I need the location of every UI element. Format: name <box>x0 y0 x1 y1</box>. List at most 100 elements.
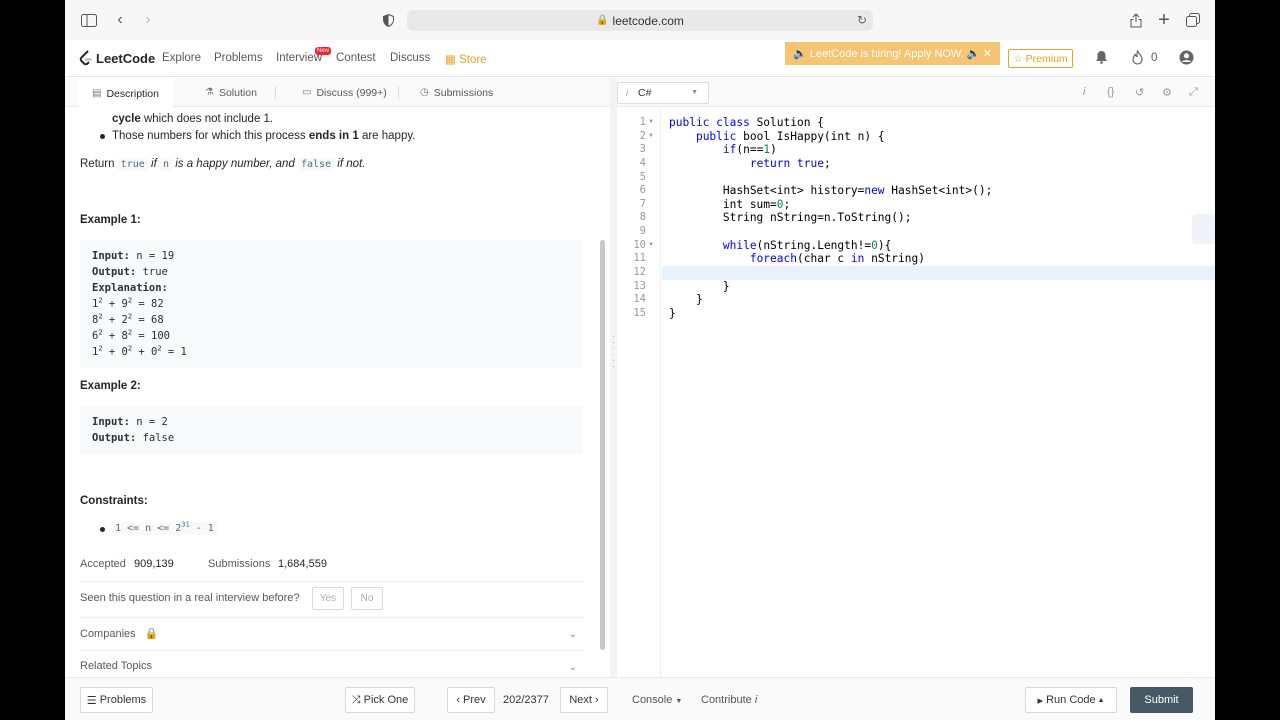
top-nav: LeetCode Explore Problems Interview New … <box>65 40 1215 77</box>
example-line: Input: n = 2 <box>92 416 168 428</box>
contribute-link[interactable]: Contribute i <box>701 694 757 706</box>
tabs-overview-icon[interactable] <box>1182 9 1204 31</box>
sidebar-toggle-icon[interactable] <box>78 9 100 31</box>
line-number: 4 <box>639 157 646 169</box>
prev-button[interactable]: ‹ Prev <box>447 687 495 713</box>
reload-icon[interactable]: ↻ <box>857 13 867 27</box>
shuffle-icon: ⤨ <box>351 693 364 706</box>
companies-section[interactable]: Companies 🔒 <box>80 627 158 640</box>
example-2-title: Example 2: <box>80 380 141 392</box>
new-tab-icon[interactable]: + <box>1153 9 1175 31</box>
yes-button[interactable]: Yes <box>312 587 344 610</box>
line-number: 6 <box>639 184 646 196</box>
problems-button[interactable]: ☰ Problems <box>80 687 153 713</box>
address-bar[interactable]: 🔒 leetcode.com ↻ <box>407 10 873 31</box>
tab-separator <box>275 86 276 99</box>
line-number: 1 <box>639 116 646 128</box>
back-icon[interactable]: ‹ <box>109 9 131 31</box>
leetcode-logo-icon <box>79 50 92 66</box>
tab-discuss[interactable]: ▭ Discuss (999+) <box>302 78 387 107</box>
seen-question-text: Seen this question in a real interview b… <box>80 592 300 604</box>
example-1-block: Input: n = 19 Output: true Explanation: … <box>80 240 583 368</box>
related-topics-section[interactable]: Related Topics <box>80 660 152 672</box>
nav-discuss[interactable]: Discuss <box>390 52 430 64</box>
language-select[interactable]: i C# ▼ <box>617 82 709 104</box>
flask-icon: ⚗ <box>205 87 214 98</box>
settings-icon[interactable]: ⚙ <box>1162 86 1172 99</box>
button-label: Prev <box>463 694 486 706</box>
logo-text: LeetCode <box>96 50 156 66</box>
info-icon[interactable]: i <box>1083 86 1085 98</box>
inline-code: true <box>117 158 148 171</box>
accepted-label: Accepted <box>80 558 126 570</box>
tab-description[interactable]: ▤ Description <box>78 78 173 107</box>
button-label: Pick One <box>363 694 409 706</box>
hiring-banner[interactable]: 🔈 LeetCode is hiring! Apply NOW. 🔈 ✕ <box>785 42 1000 65</box>
nav-problems[interactable]: Problems <box>214 52 263 64</box>
code-line: return true; <box>749 157 831 170</box>
braces-icon[interactable]: {} <box>1107 86 1114 98</box>
companies-label: Companies <box>80 628 136 640</box>
submit-button[interactable]: Submit <box>1130 687 1193 713</box>
divider <box>80 650 583 651</box>
problem-tabs: ▤ Description ⚗ Solution ▭ Discuss (999+) ◷… <box>65 78 610 107</box>
avatar-icon[interactable] <box>1179 50 1194 68</box>
example-line: Output: true <box>92 266 168 278</box>
chevron-down-icon[interactable]: ⌄ <box>569 629 577 640</box>
side-panel-tab[interactable] <box>1192 214 1215 244</box>
caret-up-icon: ▲ <box>1095 696 1105 704</box>
bell-icon[interactable] <box>1095 50 1108 67</box>
tab-submissions[interactable]: ◷ Submissions <box>420 78 493 107</box>
console-toggle[interactable]: Console ▼ <box>632 694 682 706</box>
pane-resizer[interactable]: · · · · · · <box>610 78 617 678</box>
no-button[interactable]: No <box>351 587 383 610</box>
inline-code: n <box>159 158 173 171</box>
app-frame: ‹ › 🔒 leetcode.com ↻ + LeetCode Explore … <box>65 0 1215 720</box>
divider <box>80 581 583 582</box>
lock-icon: 🔒 <box>596 15 609 26</box>
code-line: public bool IsHappy(int n) { <box>695 130 885 143</box>
pick-one-button[interactable]: ⤨ Pick One <box>345 687 415 713</box>
megaphone-icon: 🔈 <box>793 48 810 60</box>
nav-explore[interactable]: Explore <box>162 52 201 64</box>
line-number: 12 <box>633 266 646 278</box>
leetcode-logo[interactable]: LeetCode <box>79 50 155 66</box>
code-line: while(nString.Length!=0){ <box>722 239 892 252</box>
button-label: Run Code <box>1046 694 1096 706</box>
fold-caret-icon[interactable]: ▼ <box>648 242 654 248</box>
tab-separator <box>398 86 399 99</box>
line-number-gutter: 1 ▼ 2 ▼ 3 4 5 6 7 8 9 10 ▼ 11 12 13 14 15 <box>617 109 661 677</box>
close-icon[interactable]: ✕ <box>983 47 992 60</box>
bold-text: cycle <box>112 113 141 125</box>
tab-label: Solution <box>218 86 257 99</box>
line-number: 14 <box>633 293 646 305</box>
share-icon[interactable] <box>1125 9 1147 31</box>
coin-flame-icon[interactable] <box>1131 49 1144 68</box>
fold-caret-icon[interactable]: ▼ <box>648 119 654 125</box>
shield-icon[interactable] <box>377 9 399 31</box>
fold-caret-icon[interactable]: ▼ <box>648 133 654 139</box>
fullscreen-icon[interactable]: ⤢ <box>1189 86 1198 99</box>
editor-toolbar: i C# ▼ i {} ↺ ⚙ ⤢ <box>617 78 1215 107</box>
nav-store[interactable]: ▦ Store <box>445 52 487 66</box>
clock-icon: ◷ <box>420 87 429 98</box>
line-number: 11 <box>633 252 646 264</box>
example-line: Input: n = 19 <box>92 250 175 262</box>
button-label: Next <box>569 694 592 706</box>
chevron-down-icon[interactable]: ⌄ <box>569 662 577 673</box>
run-code-button[interactable]: ▸ Run Code ▲ <box>1025 687 1117 713</box>
forward-icon[interactable]: › <box>137 9 159 31</box>
nav-contest[interactable]: Contest <box>336 52 376 64</box>
problem-counter: 202/2377 <box>503 694 549 706</box>
reset-icon[interactable]: ↺ <box>1135 86 1144 99</box>
scrollbar[interactable] <box>600 240 605 650</box>
tab-solution[interactable]: ⚗ Solution <box>205 78 257 107</box>
text: Return <box>80 158 115 170</box>
text: if not. <box>337 158 366 170</box>
premium-button[interactable]: ☆ Premium <box>1008 49 1073 68</box>
code-editor[interactable]: 1 ▼ 2 ▼ 3 4 5 6 7 8 9 10 ▼ 11 12 13 14 15 public class So… <box>617 109 1215 677</box>
text: Those numbers for which this process <box>112 130 306 142</box>
document-icon: ▤ <box>92 88 102 99</box>
code-line: foreach(char c in nString) <box>749 252 925 265</box>
next-button[interactable]: Next › <box>560 687 608 713</box>
